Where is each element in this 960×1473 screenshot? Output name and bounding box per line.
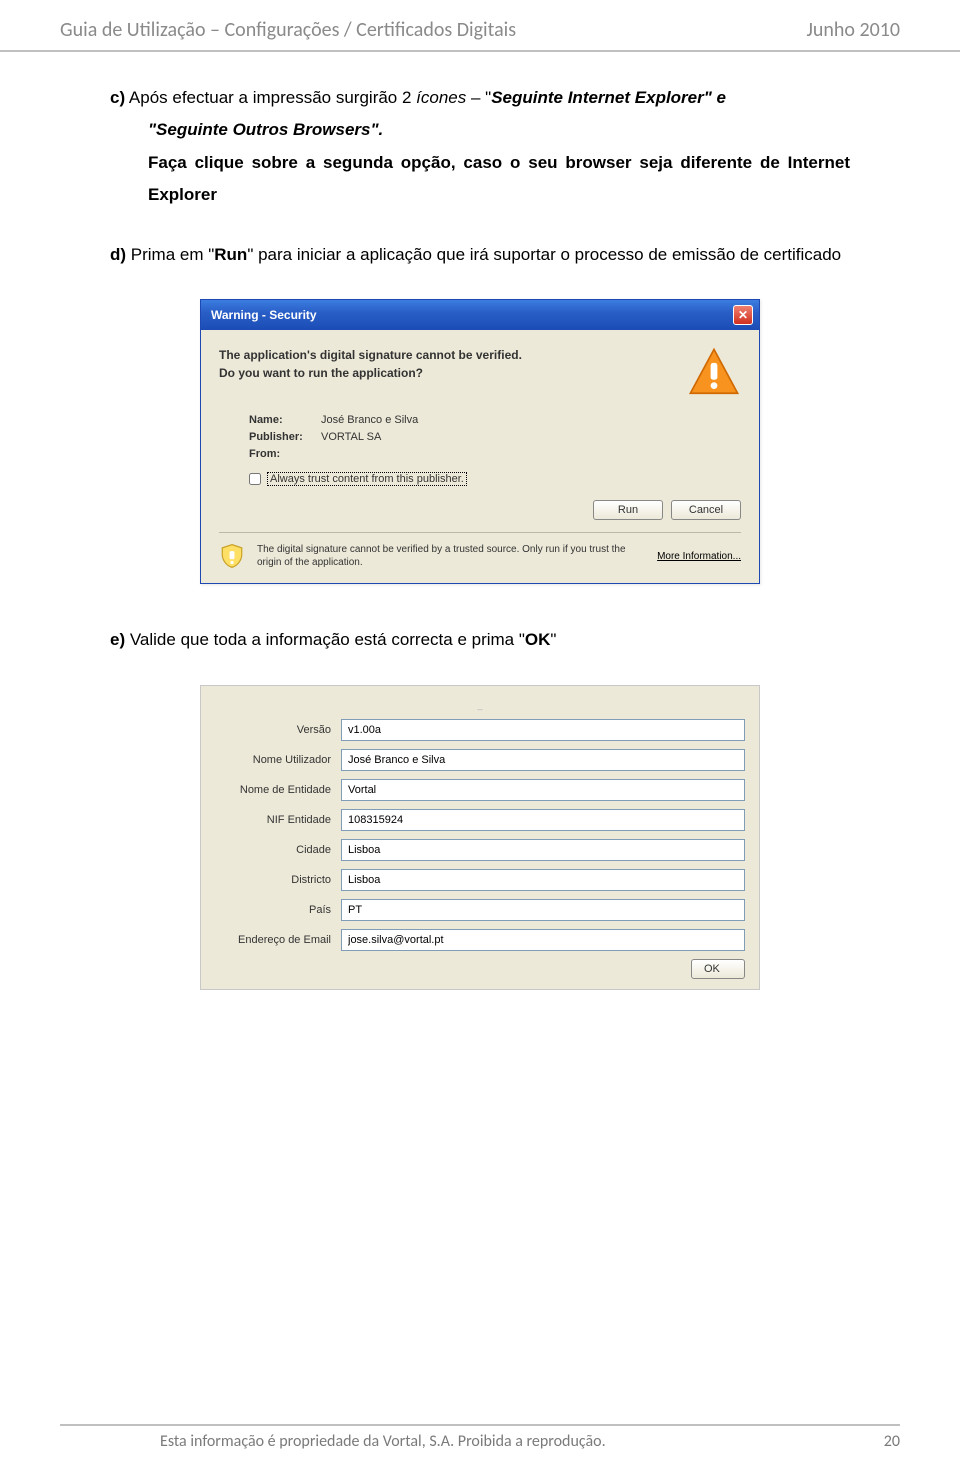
text-bold: Run [214, 245, 247, 264]
cancel-button[interactable]: Cancel [671, 500, 741, 520]
page-header: Guia de Utilização – Configurações / Cer… [0, 0, 960, 52]
footer-text: Esta informação é propriedade da Vortal,… [60, 1432, 606, 1451]
text: Valide que toda a informação está correc… [125, 630, 525, 649]
warning-icon [687, 346, 741, 400]
name-label: Name: [249, 414, 321, 426]
page-number: 20 [884, 1432, 900, 1451]
nif-entidade-input[interactable] [341, 809, 745, 831]
header-right: Junho 2010 [806, 18, 900, 42]
districto-label: Districto [215, 874, 341, 886]
from-label: From: [249, 448, 321, 460]
nome-entidade-input[interactable] [341, 779, 745, 801]
dialog-message: The application's digital signature cann… [219, 346, 673, 400]
list-marker-d: d) [110, 245, 126, 264]
pais-label: País [215, 904, 341, 916]
certificate-info-form: _ Versão Nome Utilizador Nome de Entidad… [200, 685, 760, 990]
cidade-input[interactable] [341, 839, 745, 861]
text: – " [466, 88, 491, 107]
text: Após efectuar a impressão surgirão 2 [125, 88, 416, 107]
security-warning-dialog: Warning - Security ✕ The application's d… [200, 299, 760, 584]
cidade-label: Cidade [215, 844, 341, 856]
nome-utilizador-input[interactable] [341, 749, 745, 771]
text: Prima em " [126, 245, 214, 264]
name-value: José Branco e Silva [321, 414, 418, 426]
text: " para iniciar a aplicação que irá supor… [247, 245, 841, 264]
text-bold-italic: Seguinte Internet Explorer" e [491, 88, 726, 107]
dialog-title: Warning - Security [211, 308, 317, 322]
versao-label: Versão [215, 724, 341, 736]
dialog-bottom-text: The digital signature cannot be verified… [257, 543, 645, 569]
email-input[interactable] [341, 929, 745, 951]
email-label: Endereço de Email [215, 934, 341, 946]
paragraph-d: d) Prima em "Run" para iniciar a aplicaç… [110, 239, 850, 271]
text-bold: OK [525, 630, 551, 649]
shield-icon [219, 543, 245, 569]
text-bold-italic: "Seguinte Outros Browsers". [148, 120, 383, 139]
pais-input[interactable] [341, 899, 745, 921]
page-footer: Esta informação é propriedade da Vortal,… [60, 1424, 900, 1451]
list-marker-c: c) [110, 88, 125, 107]
text: " [550, 630, 556, 649]
close-button[interactable]: ✕ [733, 305, 753, 325]
run-button[interactable]: Run [593, 500, 663, 520]
text-bold: Faça clique sobre a segunda opção, caso … [148, 153, 850, 204]
ok-button[interactable]: OK [691, 959, 745, 979]
close-icon: ✕ [738, 308, 748, 322]
versao-input[interactable] [341, 719, 745, 741]
paragraph-c: c) Após efectuar a impressão surgirão 2 … [110, 82, 850, 211]
more-information-link[interactable]: More Information... [657, 551, 741, 562]
nome-utilizador-label: Nome Utilizador [215, 754, 341, 766]
publisher-label: Publisher: [249, 431, 321, 443]
header-left: Guia de Utilização – Configurações / Cer… [60, 18, 516, 42]
always-trust-checkbox[interactable] [249, 473, 261, 485]
publisher-value: VORTAL SA [321, 431, 381, 443]
list-marker-e: e) [110, 630, 125, 649]
nome-entidade-label: Nome de Entidade [215, 784, 341, 796]
districto-input[interactable] [341, 869, 745, 891]
dialog-message-line1: The application's digital signature cann… [219, 346, 673, 364]
text-italic: ícones [416, 88, 466, 107]
always-trust-label[interactable]: Always trust content from this publisher… [267, 472, 467, 486]
dialog-titlebar: Warning - Security ✕ [201, 300, 759, 330]
form-title-mark: _ [215, 700, 745, 711]
paragraph-e: e) Valide que toda a informação está cor… [110, 624, 850, 656]
nif-entidade-label: NIF Entidade [215, 814, 341, 826]
dialog-message-line2: Do you want to run the application? [219, 364, 673, 382]
